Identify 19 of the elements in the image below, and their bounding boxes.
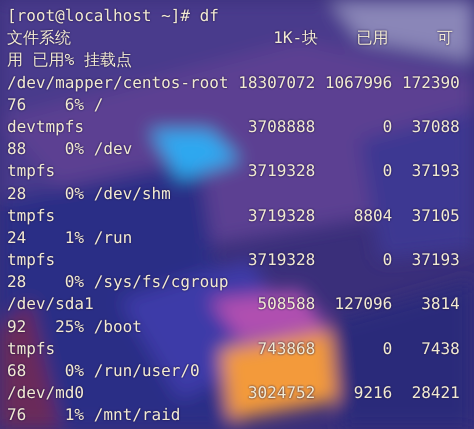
terminal-line: 92 25% /boot <box>7 316 142 338</box>
terminal-line: 76 1% /mnt/raid <box>7 404 180 426</box>
terminal-line: 28 0% /dev/shm <box>7 182 171 204</box>
terminal-line: tmpfs 743868 0 7438 <box>7 338 460 360</box>
terminal-line: 文件系统 1K-块 已用 可 <box>7 27 453 50</box>
terminal-line: 88 0% /dev <box>7 138 132 160</box>
terminal-line: [root@localhost ~]# df <box>7 5 219 27</box>
terminal-line: devtmpfs 3708888 0 37088 <box>7 116 460 138</box>
terminal-line: 用 已用% 挂载点 <box>7 49 132 72</box>
terminal-line: tmpfs 3719328 8804 37105 <box>7 204 460 227</box>
terminal-line: /dev/md0 3024752 9216 28421 <box>7 382 460 404</box>
terminal-line: 24 1% /run <box>7 226 132 249</box>
terminal-line: /dev/mapper/centos-root 18307072 1067996 172390 <box>7 72 460 94</box>
terminal-line: 68 0% /run/user/0 <box>7 360 200 382</box>
terminal-line: 76 6% / <box>7 94 104 116</box>
terminal-line: 28 0% /sys/fs/cgroup <box>7 271 229 294</box>
terminal-line: /dev/sda1 508588 127096 3814 <box>7 293 460 316</box>
terminal-line: tmpfs 3719328 0 37193 <box>7 249 460 272</box>
terminal-line: tmpfs 3719328 0 37193 <box>7 160 460 182</box>
